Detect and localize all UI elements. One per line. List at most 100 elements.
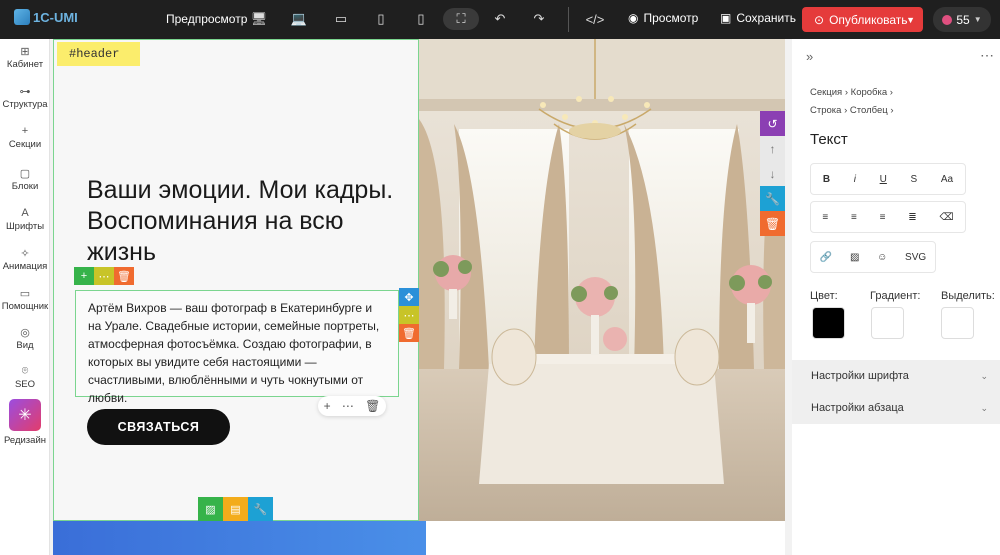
align-center-icon[interactable]: ≡ xyxy=(851,212,857,223)
sidebar-item-view[interactable]: ◎ Вид xyxy=(0,326,50,351)
paragraph-tools: ✥ ⋯ 🗑 xyxy=(399,288,419,342)
code-icon[interactable]: </> xyxy=(583,8,607,30)
status-dot-icon xyxy=(942,14,953,25)
sidebar-item-animation[interactable]: ✧ Анимация xyxy=(0,247,50,272)
sidebar-item-cabinet[interactable]: ⊞ Кабинет xyxy=(0,45,50,70)
italic-button[interactable]: i xyxy=(854,174,856,185)
wrench-icon[interactable]: 🔧 xyxy=(248,497,273,521)
sidebar-item-seo[interactable]: ⌾ SEO xyxy=(0,365,50,390)
undo-icon[interactable]: ↶ xyxy=(488,8,512,30)
breadcrumb: Секция › Коробка › xyxy=(810,87,893,98)
notifications-counter[interactable]: 55 ▼ xyxy=(933,7,991,32)
tablet-portrait-icon[interactable]: ▯ xyxy=(369,8,393,30)
contact-button[interactable]: СВЯЗАТЬСЯ xyxy=(87,409,230,445)
add-block-icon[interactable]: + xyxy=(74,267,94,285)
arrow-up-icon[interactable]: ↑ xyxy=(760,136,785,161)
left-sidebar: ⊞ Кабинет ⊶ Структура + Секции ▢ Блоки A… xyxy=(0,39,50,555)
editor-canvas: #header Ваши эмоции. Мои кадры. Воспомин… xyxy=(53,39,785,555)
section-tag: #header xyxy=(57,42,140,66)
element-tools: + ⋯ 🗑 xyxy=(318,396,386,416)
laptop-view-icon[interactable]: 💻 xyxy=(287,8,311,30)
align-justify-icon[interactable]: ≣ xyxy=(908,212,916,223)
next-section-preview xyxy=(53,521,426,555)
header-section[interactable]: #header Ваши эмоции. Мои кадры. Воспомин… xyxy=(53,39,419,521)
sidebar-item-assistant[interactable]: ▭ Помощник xyxy=(0,287,50,312)
arrow-down-icon[interactable]: ↓ xyxy=(760,161,785,186)
breadcrumb-item[interactable]: Столбец xyxy=(850,105,888,116)
breadcrumb-item[interactable]: Строка xyxy=(810,105,841,116)
underline-button[interactable]: U xyxy=(880,174,887,185)
publish-icon: ⊙ xyxy=(814,12,825,27)
more-options-icon[interactable]: ⋯ xyxy=(399,306,419,324)
toolbar-divider xyxy=(568,7,569,32)
font-settings-accordion[interactable]: Настройки шрифта ⌄ xyxy=(792,360,1000,392)
publish-button[interactable]: ⊙ Опубликовать ▼ xyxy=(802,7,923,32)
butterfly-logo-icon xyxy=(14,9,30,25)
color-swatch[interactable] xyxy=(812,307,845,339)
delete-icon[interactable]: 🗑 xyxy=(114,267,134,285)
desktop-view-icon[interactable]: 🖥 xyxy=(247,8,271,30)
image-icon[interactable]: ▨ xyxy=(198,497,223,521)
sidebar-item-sections[interactable]: + Секции xyxy=(0,125,50,150)
delete-icon[interactable]: 🗑 xyxy=(399,324,419,342)
hero-heading[interactable]: Ваши эмоции. Мои кадры. Воспоминания на … xyxy=(87,175,407,268)
view-button-label: Просмотр xyxy=(643,11,699,25)
move-icon[interactable]: ✥ xyxy=(399,288,419,306)
align-right-icon[interactable]: ≡ xyxy=(880,212,886,223)
reset-icon[interactable]: ↺ xyxy=(760,111,785,136)
sidebar-item-blocks[interactable]: ▢ Блоки xyxy=(0,167,50,192)
more-options-icon[interactable]: ⋯ xyxy=(342,399,354,413)
tablet-landscape-icon[interactable]: ▭ xyxy=(329,8,353,30)
hero-paragraph[interactable]: Артём Вихров — ваш фотограф в Екатеринбу… xyxy=(88,299,388,407)
publish-button-label: Опубликовать xyxy=(829,12,908,27)
sidebar-item-label: Кабинет xyxy=(6,59,44,70)
sidebar-item-structure[interactable]: ⊶ Структура xyxy=(0,85,50,110)
collapse-panel-icon[interactable]: » xyxy=(806,49,813,64)
save-button[interactable]: ▣ Сохранить xyxy=(720,11,796,25)
paragraph-settings-accordion[interactable]: Настройки абзаца ⌄ xyxy=(792,392,1000,424)
sidebar-item-fonts[interactable]: A Шрифты xyxy=(0,207,50,232)
paragraph-block[interactable]: Артём Вихров — ваш фотограф в Екатеринбу… xyxy=(75,290,399,405)
fullscreen-icon[interactable]: ⛶ xyxy=(443,8,479,30)
more-options-icon[interactable]: ⋯ xyxy=(980,47,994,64)
gradient-label: Градиент: xyxy=(870,290,921,302)
banquet-hall-photo xyxy=(419,39,785,521)
case-button[interactable]: Aa xyxy=(941,174,953,185)
mobile-view-icon[interactable]: ▯ xyxy=(409,8,433,30)
redesign-label: Редизайн xyxy=(3,435,47,446)
view-button[interactable]: ◉ Просмотр xyxy=(628,11,698,25)
save-button-label: Сохранить xyxy=(736,11,796,25)
svg-icon[interactable]: SVG xyxy=(905,252,926,263)
highlight-label: Выделить: xyxy=(941,290,995,302)
paragraph-settings-label: Настройки абзаца xyxy=(811,402,904,414)
breadcrumb: Строка › Столбец › xyxy=(810,105,894,116)
redo-icon[interactable]: ↷ xyxy=(527,8,551,30)
delete-section-icon[interactable]: 🗑 xyxy=(760,211,785,236)
app-logo[interactable]: 1C-UMI xyxy=(14,9,78,25)
section-side-tools: ↺ ↑ ↓ 🔧 🗑 xyxy=(760,111,785,236)
more-options-icon[interactable]: ⋯ xyxy=(94,267,114,285)
redesign-button[interactable]: ✳ xyxy=(9,399,41,431)
sidebar-item-label: Блоки xyxy=(11,181,39,192)
insert-toolbar: 🔗 ▨ ☺ SVG xyxy=(810,241,936,273)
highlight-swatch[interactable] xyxy=(941,307,974,339)
plus-icon[interactable]: + xyxy=(324,399,331,413)
strike-button[interactable]: S xyxy=(911,174,918,185)
emoji-icon[interactable]: ☺ xyxy=(877,252,887,263)
bold-button[interactable]: B xyxy=(823,174,830,185)
trash-icon[interactable]: 🗑 xyxy=(365,399,380,413)
folder-icon[interactable]: ▤ xyxy=(223,497,248,521)
eraser-icon[interactable]: ⌫ xyxy=(939,212,953,223)
link-icon[interactable]: 🔗 xyxy=(820,252,832,263)
align-left-icon[interactable]: ≡ xyxy=(822,212,828,223)
sidebar-item-label: Секции xyxy=(8,139,42,150)
wrench-icon[interactable]: 🔧 xyxy=(760,186,785,211)
chevron-down-icon[interactable]: ▼ xyxy=(906,15,915,25)
color-label: Цвет: xyxy=(810,290,838,302)
breadcrumb-item[interactable]: Коробка xyxy=(851,87,887,98)
breadcrumb-item[interactable]: Секция xyxy=(810,87,842,98)
cabinet-icon: ⊞ xyxy=(20,46,30,58)
image-icon[interactable]: ▨ xyxy=(850,252,859,263)
gradient-swatch[interactable] xyxy=(871,307,904,339)
panel-title: Текст xyxy=(810,131,848,148)
